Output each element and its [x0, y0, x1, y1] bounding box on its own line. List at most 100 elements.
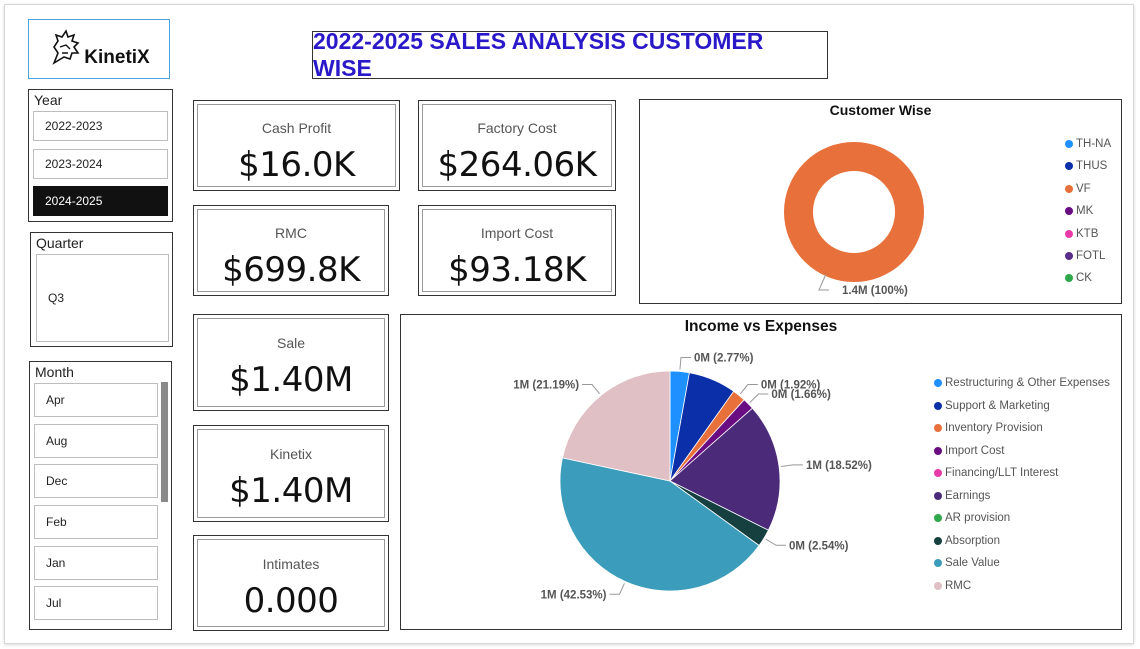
kpi-value: $1.40M [229, 360, 353, 400]
legend-item-support-marketing[interactable]: Support & Marketing [934, 400, 1050, 412]
month-option[interactable]: Aug [34, 424, 158, 458]
legend-item-rmc[interactable]: RMC [934, 580, 971, 592]
legend-item-vf[interactable]: VF [1065, 183, 1091, 195]
legend-label: KTB [1076, 227, 1099, 240]
legend-item-sale-value[interactable]: Sale Value [934, 557, 1000, 569]
kpi-value: $699.8K [222, 250, 360, 290]
legend-item-th-na[interactable]: TH-NA [1065, 138, 1111, 150]
legend-item-fotl[interactable]: FOTL [1065, 250, 1105, 262]
customer-wise-chart: 1.4M (100%) [784, 142, 924, 297]
legend-label: Earnings [945, 489, 991, 502]
legend-item-ar-provision[interactable]: AR provision [934, 512, 1010, 524]
kpi-card-rmc[interactable]: RMC $699.8K [193, 205, 389, 296]
legend-label: TH-NA [1076, 138, 1112, 150]
legend-label: Inventory Provision [945, 422, 1043, 434]
kpi-card-intimates[interactable]: Intimates 0.000 [193, 535, 389, 631]
month-slicer: Month Apr Aug Dec Feb Jan Jul [29, 361, 172, 630]
lion-icon [52, 29, 80, 65]
legend-label: Import Cost [945, 444, 1005, 457]
year-option[interactable]: 2022-2023 [33, 111, 168, 141]
data-label: 1M (21.19%) [513, 380, 579, 392]
year-option-selected[interactable]: 2024-2025 [33, 186, 168, 216]
legend-item-earnings[interactable]: Earnings [934, 490, 990, 502]
donut-slice-vf[interactable] [784, 142, 924, 282]
legend-item-inventory-provision[interactable]: Inventory Provision [934, 422, 1043, 434]
kpi-label: RMC [275, 225, 307, 241]
legend-label: Absorption [945, 534, 1000, 547]
legend-item-mk[interactable]: MK [1065, 205, 1093, 217]
kpi-card-factory-cost[interactable]: Factory Cost $264.06K [418, 100, 616, 191]
legend-label: MK [1076, 205, 1094, 218]
legend-item-ck[interactable]: CK [1065, 272, 1092, 284]
kpi-value: $264.06K [437, 145, 597, 185]
kpi-label: Factory Cost [477, 120, 557, 136]
month-slicer-title: Month [35, 364, 74, 380]
legend-item-restructuring-other-expenses[interactable]: Restructuring & Other Expenses [934, 377, 1110, 389]
legend-marker [934, 446, 942, 455]
legend-marker [1065, 274, 1073, 283]
legend-item-thus[interactable]: THUS [1065, 160, 1107, 172]
legend-label: THUS [1076, 160, 1108, 173]
legend-marker [1065, 140, 1073, 148]
legend-marker [934, 491, 942, 500]
legend-marker [934, 401, 942, 410]
data-label: 1.4M (100%) [842, 285, 908, 297]
kpi-card-sale[interactable]: Sale $1.40M [193, 314, 389, 411]
legend-label: VF [1076, 182, 1091, 195]
kpi-label: Sale [276, 335, 306, 351]
logo-text: KinetiX [84, 47, 150, 68]
legend-label: Support & Marketing [945, 399, 1050, 412]
legend-marker [934, 559, 942, 567]
month-option[interactable]: Jul [34, 586, 158, 620]
data-label: 1M (42.53%) [541, 589, 607, 601]
year-slicer-title: Year [34, 92, 63, 108]
legend-label: Restructuring & Other Expenses [945, 377, 1110, 389]
legend-marker [1065, 162, 1073, 171]
kpi-label: Import Cost [480, 225, 554, 241]
kpi-value: 0.000 [243, 581, 339, 621]
data-label-leader [780, 464, 803, 467]
kpi-card-kinetix[interactable]: Kinetix $1.40M [193, 425, 389, 522]
legend-label: AR provision [945, 512, 1011, 524]
quarter-slicer-title: Quarter [36, 235, 84, 251]
data-label-leader [609, 583, 625, 595]
legend-marker [1065, 184, 1073, 193]
legend-marker [934, 514, 942, 522]
kpi-label: Cash Profit [261, 120, 332, 136]
quarter-option[interactable]: Q3 [36, 254, 169, 342]
month-option[interactable]: Jan [34, 546, 158, 580]
legend-label: FOTL [1076, 250, 1106, 262]
data-label: 1M (18.52%) [806, 460, 872, 472]
legend-marker [934, 536, 942, 545]
legend-marker [934, 469, 942, 477]
month-option[interactable]: Apr [34, 383, 158, 417]
year-slicer: Year 2022-2023 2023-2024 2024-2025 [28, 89, 173, 222]
data-label: 0M (2.54%) [789, 540, 849, 552]
page-title: 2022-2025 SALES ANALYSIS CUSTOMER WISE [312, 28, 828, 81]
customer-wise-panel: Customer Wise 1.4M (100%) TH-NA THUS VF MK K… [639, 99, 1122, 304]
legend-item-import-cost[interactable]: Import Cost [934, 445, 1004, 457]
month-option[interactable]: Dec [34, 464, 158, 498]
kpi-card-cash-profit[interactable]: Cash Profit $16.0K [193, 100, 400, 191]
legend-marker [1065, 207, 1073, 216]
month-slicer-scrollbar[interactable] [161, 382, 168, 502]
legend-label: Financing/LLT Interest [945, 467, 1059, 479]
data-label-leader [582, 384, 601, 395]
year-option[interactable]: 2023-2024 [33, 149, 168, 179]
legend-item-absorption[interactable]: Absorption [934, 535, 1000, 547]
data-label: 0M (2.77%) [694, 352, 754, 364]
legend-marker [934, 581, 942, 590]
data-label-leader [679, 356, 691, 370]
data-label-leader [739, 384, 758, 395]
legend-item-ktb[interactable]: KTB [1065, 228, 1098, 240]
legend-label: RMC [945, 579, 972, 592]
data-label-leader [765, 538, 787, 546]
legend-item-financing-llt-interest[interactable]: Financing/LLT Interest [934, 467, 1058, 479]
legend-marker [934, 379, 942, 387]
legend-label: Sale Value [945, 557, 1000, 569]
kpi-value: $93.18K [448, 250, 586, 290]
kpi-card-import-cost[interactable]: Import Cost $93.18K [418, 205, 616, 296]
legend-marker [934, 424, 942, 432]
data-label-leader [749, 393, 769, 403]
month-option[interactable]: Feb [34, 505, 158, 539]
